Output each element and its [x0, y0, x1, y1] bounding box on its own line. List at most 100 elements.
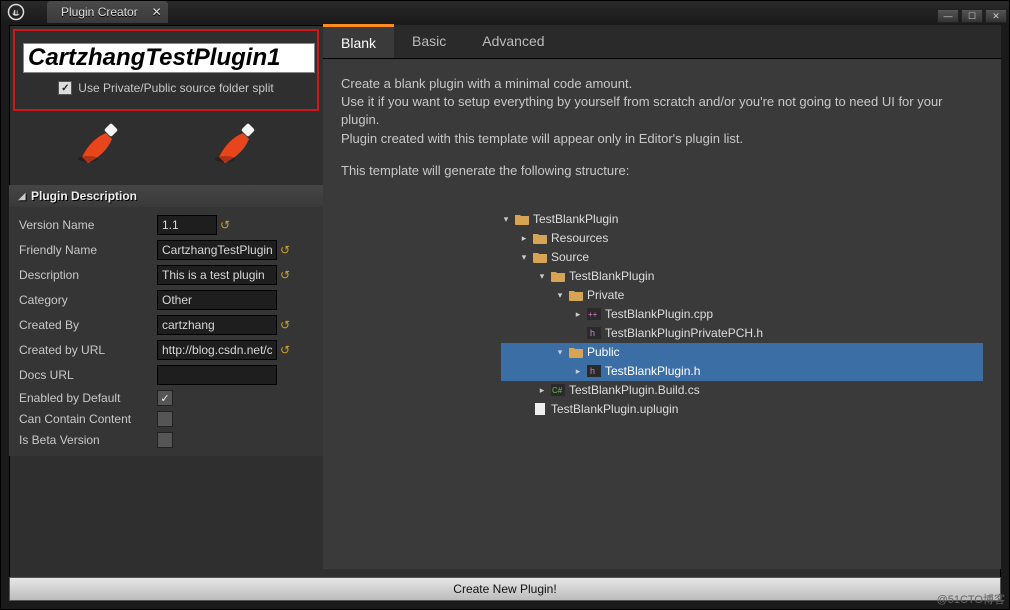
tree-node-label: TestBlankPlugin.Build.cs [569, 382, 700, 399]
tree-node[interactable]: ▸ C# TestBlankPlugin.Build.cs [501, 381, 983, 400]
tree-node[interactable]: TestBlankPlugin.uplugin [501, 400, 983, 419]
tree-node-label: TestBlankPlugin.h [605, 363, 700, 380]
tree-expand-icon[interactable]: ▸ [573, 365, 583, 378]
split-label: Use Private/Public source folder split [78, 81, 273, 95]
input-friendly-name[interactable] [157, 240, 277, 260]
label-created-by-url: Created by URL [19, 343, 157, 357]
desc-line: Create a blank plugin with a minimal cod… [341, 75, 983, 93]
bottom-bar: Create New Plugin! [9, 577, 1001, 601]
input-version-name[interactable] [157, 215, 217, 235]
split-checkbox[interactable]: ✓ [58, 81, 72, 95]
folder-open-icon [568, 345, 584, 359]
left-pane: ✓ Use Private/Public source folder split… [9, 25, 323, 569]
tree-node-label: Private [587, 287, 624, 304]
workspace: ✓ Use Private/Public source folder split… [9, 25, 1001, 569]
revert-icon[interactable]: ↺ [280, 268, 290, 282]
tree-expand-icon[interactable]: ▸ [537, 384, 547, 397]
template-description: Create a blank plugin with a minimal cod… [323, 59, 1001, 435]
desc-grid: Version Name ↺ Friendly Name ↺ Descripti… [9, 207, 323, 456]
tab-basic[interactable]: Basic [394, 24, 464, 58]
label-can-contain: Can Contain Content [19, 412, 157, 426]
revert-icon[interactable]: ↺ [280, 343, 290, 357]
tree-expand-icon[interactable]: ▾ [537, 270, 547, 283]
label-friendly-name: Friendly Name [19, 243, 157, 257]
structure-tree: ▾ TestBlankPlugin ▸ Resources ▾ Source ▾ TestBl… [501, 210, 983, 419]
watermark: @51CTO博客 [937, 591, 1005, 607]
desc-line: Use it if you want to setup everything b… [341, 93, 983, 129]
tree-node[interactable]: ▾ Source [501, 248, 983, 267]
input-created-by-url[interactable] [157, 340, 277, 360]
tree-expand-icon[interactable]: ▾ [555, 289, 565, 302]
tree-node[interactable]: ▾ Public [501, 343, 983, 362]
right-pane: Blank Basic Advanced Create a blank plug… [323, 25, 1001, 569]
svg-text:h: h [590, 366, 595, 376]
minimize-button[interactable]: — [937, 9, 959, 23]
tree-expand-icon[interactable]: ▾ [519, 251, 529, 264]
plug-icon [74, 121, 122, 165]
tree-node-label: TestBlankPlugin [533, 211, 618, 228]
plugin-creator-window: Plugin Creator ✕ — ☐ ✕ ✓ Use Private/Pub… [0, 0, 1010, 610]
tree-node-label: TestBlankPlugin.cpp [605, 306, 713, 323]
window-tab[interactable]: Plugin Creator ✕ [47, 1, 168, 23]
label-category: Category [19, 293, 157, 307]
tree-node[interactable]: ▾ TestBlankPlugin [501, 267, 983, 286]
tree-node[interactable]: hTestBlankPluginPrivatePCH.h [501, 324, 983, 343]
plug-icon [211, 121, 259, 165]
tree-node-label: TestBlankPlugin.uplugin [551, 401, 678, 418]
label-created-by: Created By [19, 318, 157, 332]
tree-node[interactable]: ▸ h TestBlankPlugin.h [501, 362, 983, 381]
checkbox-enabled[interactable]: ✓ [157, 390, 173, 406]
checkbox-is-beta[interactable] [157, 432, 173, 448]
revert-icon[interactable]: ↺ [220, 218, 230, 232]
folder-open-icon [568, 288, 584, 302]
tree-node[interactable]: ▾ Private [501, 286, 983, 305]
expand-toggle-icon[interactable]: ◢ [17, 191, 27, 202]
svg-text:C#: C# [552, 386, 563, 395]
folder-open-icon [514, 212, 530, 226]
tree-expand-icon[interactable]: ▾ [555, 346, 565, 359]
create-plugin-button[interactable]: Create New Plugin! [9, 577, 1001, 601]
label-version-name: Version Name [19, 218, 157, 232]
label-enabled: Enabled by Default [19, 391, 157, 405]
input-category[interactable] [157, 290, 277, 310]
tree-node-label: Source [551, 249, 589, 266]
input-description[interactable] [157, 265, 277, 285]
desc-line: Plugin created with this template will a… [341, 130, 983, 148]
tree-expand-icon[interactable]: ▾ [501, 213, 511, 226]
cpp-icon: ++ [586, 307, 602, 321]
plugin-name-input[interactable] [23, 43, 315, 73]
checkbox-can-contain[interactable] [157, 411, 173, 427]
tree-node-label: Resources [551, 230, 608, 247]
titlebar: Plugin Creator ✕ — ☐ ✕ [1, 1, 1009, 23]
desc-section-title: Plugin Description [31, 189, 137, 203]
h-icon: h [586, 364, 602, 378]
revert-icon[interactable]: ↺ [280, 318, 290, 332]
tree-node-label: TestBlankPlugin [569, 268, 654, 285]
input-created-by[interactable] [157, 315, 277, 335]
svg-text:++: ++ [588, 310, 598, 319]
tree-node[interactable]: ▸ Resources [501, 229, 983, 248]
folder-icon [532, 231, 548, 245]
close-tab-icon[interactable]: ✕ [152, 5, 162, 19]
tree-expand-icon[interactable]: ▸ [573, 308, 583, 321]
tab-blank[interactable]: Blank [323, 24, 394, 58]
label-docs-url: Docs URL [19, 368, 157, 382]
tree-node-label: Public [587, 344, 620, 361]
folder-open-icon [532, 250, 548, 264]
tree-node[interactable]: ▸ ++ TestBlankPlugin.cpp [501, 305, 983, 324]
desc-section-header[interactable]: ◢ Plugin Description [9, 185, 323, 207]
maximize-button[interactable]: ☐ [961, 9, 983, 23]
tab-advanced[interactable]: Advanced [464, 24, 562, 58]
tree-expand-icon[interactable]: ▸ [519, 232, 529, 245]
tree-node[interactable]: ▾ TestBlankPlugin [501, 210, 983, 229]
revert-icon[interactable]: ↺ [280, 243, 290, 257]
window-tab-title: Plugin Creator [61, 5, 138, 19]
h-icon: h [586, 326, 602, 340]
input-docs-url[interactable] [157, 365, 277, 385]
close-button[interactable]: ✕ [985, 9, 1007, 23]
label-description: Description [19, 268, 157, 282]
svg-text:h: h [590, 328, 595, 338]
cs-icon: C# [550, 383, 566, 397]
plug-icons-row [9, 111, 323, 185]
folder-open-icon [550, 269, 566, 283]
